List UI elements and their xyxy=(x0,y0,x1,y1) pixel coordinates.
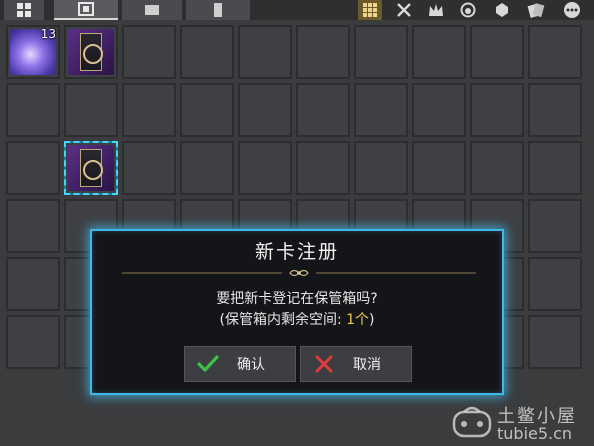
crossed-tools-button[interactable] xyxy=(392,0,416,20)
tab-grid[interactable] xyxy=(4,0,44,20)
card-stack-button[interactable] xyxy=(524,0,548,20)
checkmark-icon xyxy=(193,355,223,373)
card-item[interactable] xyxy=(68,29,114,75)
more-button[interactable] xyxy=(560,0,584,20)
grid-view-icon xyxy=(363,3,377,17)
inventory-slot[interactable] xyxy=(238,83,292,137)
potion-button[interactable] xyxy=(456,0,480,20)
gem-button[interactable] xyxy=(490,0,514,20)
inventory-slot[interactable] xyxy=(528,141,582,195)
tab-scroll[interactable] xyxy=(186,0,250,20)
inventory-slot[interactable] xyxy=(470,141,524,195)
inventory-slot[interactable] xyxy=(6,199,60,253)
card-face xyxy=(80,33,103,71)
inventory-slot[interactable] xyxy=(6,83,60,137)
card-face xyxy=(80,149,103,187)
inventory-slot[interactable] xyxy=(528,25,582,79)
box-icon xyxy=(145,5,159,15)
inventory-slot[interactable] xyxy=(64,83,118,137)
dialog-message-line1: 要把新卡登记在保管箱吗? xyxy=(216,291,378,307)
tab-card-album[interactable] xyxy=(54,0,118,20)
inventory-slot-selected[interactable] xyxy=(64,141,118,195)
inventory-slot[interactable] xyxy=(6,315,60,369)
tab-box[interactable] xyxy=(122,0,182,20)
item-count: 13 xyxy=(40,27,56,41)
inventory-slot[interactable]: 13 xyxy=(6,25,60,79)
inventory-slot[interactable] xyxy=(528,83,582,137)
inventory-slot[interactable] xyxy=(180,83,234,137)
grid-view-tool[interactable] xyxy=(358,0,382,20)
gem-icon xyxy=(496,3,508,17)
inventory-slot[interactable] xyxy=(470,83,524,137)
new-card-item[interactable] xyxy=(68,145,114,191)
crossed-tools-icon xyxy=(397,3,411,17)
inventory-slot[interactable] xyxy=(122,141,176,195)
cancel-label: 取消 xyxy=(353,357,381,373)
ornament-divider xyxy=(122,269,476,277)
inventory-slot[interactable] xyxy=(354,141,408,195)
inventory-slot[interactable] xyxy=(528,315,582,369)
remaining-space-value: 1个 xyxy=(346,312,370,328)
scroll-icon xyxy=(214,3,222,17)
inventory-slot[interactable] xyxy=(528,199,582,253)
inventory-slot[interactable] xyxy=(296,83,350,137)
card-album-icon xyxy=(78,2,94,16)
top-bar xyxy=(0,0,594,20)
confirm-button[interactable]: 确认 xyxy=(184,346,296,382)
inventory-slot[interactable] xyxy=(296,25,350,79)
inventory-slot[interactable] xyxy=(238,141,292,195)
inventory-slot[interactable] xyxy=(296,141,350,195)
confirm-label: 确认 xyxy=(237,357,265,373)
potion-icon xyxy=(460,2,476,18)
dialog-message-line2: (保管箱内剩余空间: 1个) xyxy=(92,309,502,329)
card-stack-icon xyxy=(527,3,545,18)
inventory-slot[interactable] xyxy=(180,25,234,79)
grid-icon xyxy=(17,3,31,17)
inventory-slot[interactable] xyxy=(180,141,234,195)
inventory-slot[interactable] xyxy=(6,141,60,195)
inventory-slot[interactable] xyxy=(412,141,466,195)
dialog-title: 新卡注册 xyxy=(254,241,339,263)
crown-icon xyxy=(429,4,443,16)
inventory-slot[interactable] xyxy=(122,25,176,79)
remaining-space-prefix: (保管箱内剩余空间: xyxy=(219,312,347,328)
inventory-slot[interactable] xyxy=(64,25,118,79)
remaining-space-suffix: ) xyxy=(369,312,375,328)
cancel-button[interactable]: 取消 xyxy=(300,346,412,382)
watermark-site: tubie5.cn xyxy=(497,424,573,443)
inventory-slot[interactable] xyxy=(354,83,408,137)
inventory-slot[interactable] xyxy=(122,83,176,137)
inventory-slot[interactable] xyxy=(470,25,524,79)
inventory-slot[interactable] xyxy=(412,83,466,137)
close-icon xyxy=(309,355,339,373)
inventory-slot[interactable] xyxy=(6,257,60,311)
inventory-slot[interactable] xyxy=(238,25,292,79)
inventory-slot[interactable] xyxy=(412,25,466,79)
inventory-slot[interactable] xyxy=(528,257,582,311)
watermark-logo xyxy=(452,406,492,438)
more-icon xyxy=(564,2,580,18)
new-card-register-dialog: 新卡注册 要把新卡登记在保管箱吗? (保管箱内剩余空间: 1个) 确认 取消 xyxy=(90,229,504,395)
crown-button[interactable] xyxy=(424,0,448,20)
inventory-slot[interactable] xyxy=(354,25,408,79)
